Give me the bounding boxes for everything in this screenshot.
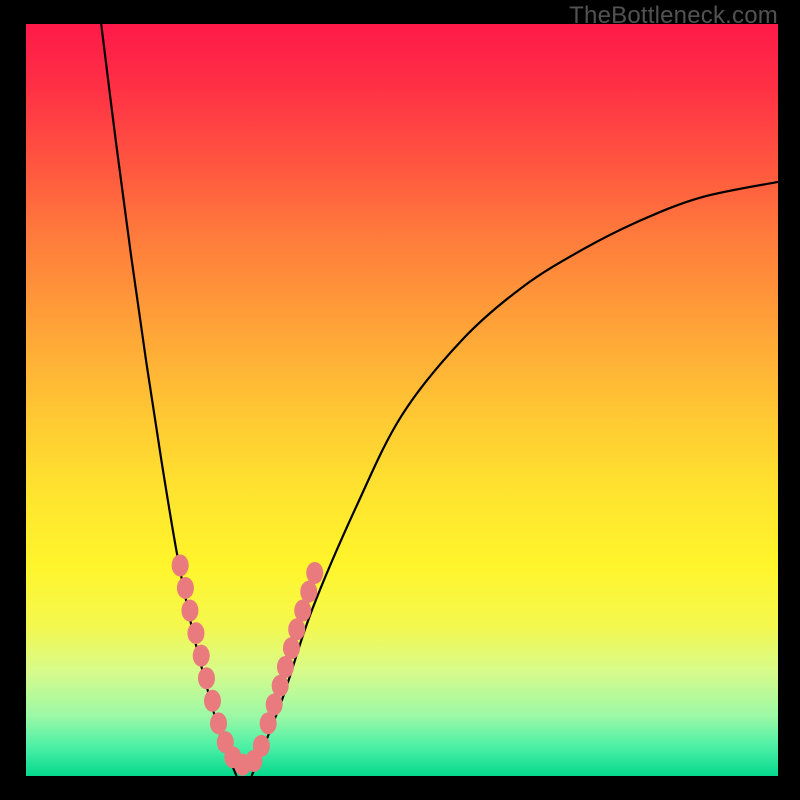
bead-marker: [288, 618, 305, 640]
left-branch-curve: [101, 24, 236, 776]
bead-marker: [210, 712, 227, 734]
bead-marker: [172, 554, 189, 576]
plot-area: [26, 24, 778, 776]
bead-cluster: [172, 554, 324, 775]
bead-marker: [204, 690, 221, 712]
chart-container: TheBottleneck.com: [0, 0, 800, 800]
bead-marker: [260, 712, 277, 734]
bead-marker: [277, 656, 294, 678]
bead-marker: [193, 645, 210, 667]
curve-layer: [26, 24, 778, 776]
bead-marker: [181, 600, 198, 622]
bead-marker: [300, 581, 317, 603]
right-branch-curve: [252, 182, 778, 776]
bead-marker: [177, 577, 194, 599]
bead-marker: [272, 675, 289, 697]
bead-marker: [306, 562, 323, 584]
bead-marker: [283, 637, 300, 659]
bead-marker: [198, 667, 215, 689]
bead-marker: [294, 600, 311, 622]
watermark-text: TheBottleneck.com: [569, 2, 778, 30]
bead-marker: [253, 735, 270, 757]
bead-marker: [187, 622, 204, 644]
bead-marker: [266, 694, 283, 716]
